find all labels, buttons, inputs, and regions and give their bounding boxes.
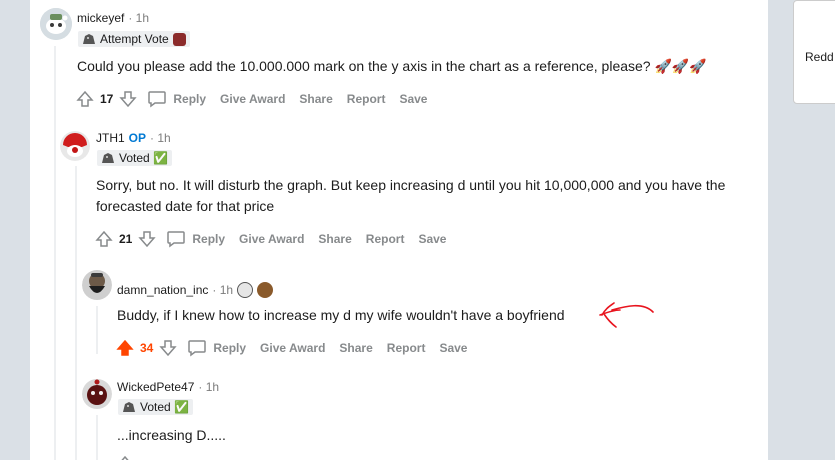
op-badge: OP (128, 131, 147, 145)
timestamp[interactable]: · 1h (128, 11, 149, 25)
ape-icon (101, 152, 115, 164)
reply-button[interactable]: Reply (192, 232, 225, 246)
report-button[interactable]: Report (366, 232, 405, 246)
share-button[interactable]: Share (299, 92, 332, 106)
comment-icon[interactable] (166, 230, 186, 248)
username[interactable]: damn_nation_inc (117, 283, 208, 297)
reply-button[interactable]: Reply (213, 341, 246, 355)
comment-body: ...increasing D..... (117, 427, 226, 443)
bear-icon (257, 282, 274, 298)
flair-text: Voted ✅ (119, 151, 168, 165)
give-award-button[interactable]: Give Award (260, 341, 325, 355)
upvote-icon[interactable] (114, 337, 136, 359)
coin-icon (237, 282, 254, 298)
downvote-icon[interactable] (117, 88, 139, 110)
give-award-button[interactable]: Give Award (239, 232, 304, 246)
downvote-icon[interactable] (157, 337, 179, 359)
username[interactable]: WickedPete47 (117, 380, 194, 394)
sidebar-partial-text: Redd (805, 50, 834, 64)
flair-text: Voted ✅ (140, 400, 189, 414)
flair-text: Attempt Vote (100, 32, 169, 46)
thread-line (96, 415, 98, 460)
upvote-icon[interactable] (74, 88, 96, 110)
flair-emoji-icon (172, 32, 186, 46)
upvote-icon[interactable] (114, 453, 136, 460)
thread-line (54, 46, 56, 460)
comment-body: Could you please add the 10.000.000 mark… (77, 58, 707, 74)
avatar[interactable] (60, 131, 90, 161)
save-button[interactable]: Save (439, 341, 467, 355)
ape-icon (82, 33, 96, 45)
timestamp[interactable]: · 1h (150, 131, 171, 145)
user-flair: Voted ✅ (118, 399, 193, 415)
share-button[interactable]: Share (318, 232, 351, 246)
comment-icon[interactable] (187, 339, 207, 357)
username[interactable]: JTH1 (96, 131, 125, 145)
avatar[interactable] (82, 378, 112, 410)
save-button[interactable]: Save (418, 232, 446, 246)
timestamp[interactable]: · 1h (212, 283, 233, 297)
thread-line (96, 306, 98, 354)
ape-icon (122, 401, 136, 413)
upvote-icon[interactable] (93, 228, 115, 250)
report-button[interactable]: Report (347, 92, 386, 106)
vote-score: 21 (119, 232, 133, 246)
username[interactable]: mickeyef (77, 11, 124, 25)
share-button[interactable]: Share (339, 341, 372, 355)
save-button[interactable]: Save (399, 92, 427, 106)
thread-line (75, 166, 77, 460)
user-flair: Attempt Vote (78, 31, 190, 47)
avatar[interactable] (82, 268, 112, 302)
downvote-icon[interactable] (136, 228, 158, 250)
user-flair: Voted ✅ (97, 150, 172, 166)
comment-body: Sorry, but no. It will disturb the graph… (96, 177, 726, 214)
timestamp[interactable]: · 1h (198, 380, 219, 394)
report-button[interactable]: Report (387, 341, 426, 355)
annotation-arrow-icon (599, 302, 654, 328)
avatar[interactable] (40, 8, 72, 40)
vote-score: 17 (100, 92, 114, 106)
give-award-button[interactable]: Give Award (220, 92, 285, 106)
vote-score: 34 (140, 341, 154, 355)
action-bar-partial (114, 452, 136, 460)
reply-button[interactable]: Reply (173, 92, 206, 106)
comment-icon[interactable] (147, 90, 167, 108)
comment-body: Buddy, if I knew how to increase my d my… (117, 307, 565, 323)
